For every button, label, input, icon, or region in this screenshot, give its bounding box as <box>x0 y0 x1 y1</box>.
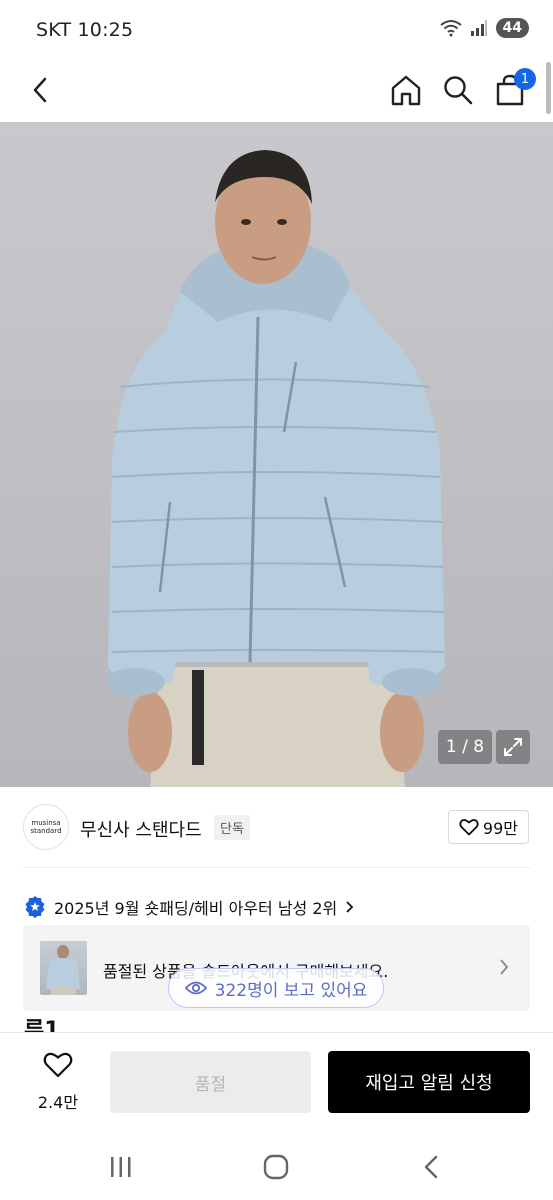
back-icon <box>424 1155 438 1179</box>
product-title-partial: 루1 <box>24 1018 60 1034</box>
search-icon <box>444 76 473 105</box>
cart-button[interactable]: 1 <box>488 68 536 112</box>
brand-logo-line1: musinsa <box>31 819 61 827</box>
product-like-count: 2.4만 <box>37 1093 79 1112</box>
home-button[interactable] <box>384 68 428 112</box>
eye-icon <box>184 981 207 995</box>
expand-image-button[interactable] <box>496 730 530 764</box>
heart-icon <box>43 1052 73 1078</box>
ranking-badge-icon <box>25 896 45 918</box>
cart-count-badge: 1 <box>514 68 536 90</box>
brand-like-button[interactable]: 99만 <box>447 810 529 844</box>
product-image[interactable] <box>0 122 553 787</box>
banner-thumbnail <box>40 941 87 995</box>
heart-icon <box>459 819 479 836</box>
battery-indicator: 44 <box>495 18 529 38</box>
chevron-left-icon <box>33 77 47 103</box>
brand-name[interactable]: 무신사 스탠다드 <box>80 816 202 842</box>
exclusive-badge: 단독 <box>214 815 250 840</box>
banner-thumbnail-image <box>46 945 80 995</box>
back-button[interactable] <box>18 68 62 112</box>
system-nav-bar <box>0 1140 553 1200</box>
recent-apps-icon <box>111 1157 131 1177</box>
ranking-text: 2025년 9월 숏패딩/헤비 아우터 남성 2위 <box>54 899 338 918</box>
system-back-button[interactable] <box>411 1152 451 1182</box>
ranking-link[interactable]: 2025년 9월 숏패딩/헤비 아우터 남성 2위 <box>24 892 355 922</box>
signal-icon <box>470 20 487 36</box>
image-counter: 1 / 8 <box>438 730 492 764</box>
home-circle-icon <box>263 1154 289 1180</box>
viewers-indicator: 322명이 보고 있어요 <box>168 968 384 1008</box>
scrollbar[interactable] <box>546 62 551 114</box>
restock-alert-button[interactable]: 재입고 알림 신청 <box>328 1051 530 1113</box>
chevron-right-icon <box>346 901 354 913</box>
home-icon <box>391 75 421 106</box>
divider <box>23 867 530 868</box>
status-bar: SKT 10:25 44 <box>0 0 553 60</box>
search-button[interactable] <box>436 68 480 112</box>
wifi-icon <box>439 20 462 37</box>
product-like-button[interactable]: 2.4만 <box>28 1051 88 1113</box>
brand-like-count: 99만 <box>482 819 518 838</box>
recent-apps-button[interactable] <box>101 1152 141 1182</box>
home-system-button[interactable] <box>256 1152 296 1182</box>
brand-row[interactable]: musinsa standard 무신사 스탠다드 단독 99만 <box>0 800 553 856</box>
brand-logo-line2: standard <box>30 827 62 835</box>
status-icons: 44 <box>439 18 529 38</box>
viewers-text: 322명이 보고 있어요 <box>214 980 368 1001</box>
chevron-right-icon <box>500 959 509 975</box>
status-time: SKT 10:25 <box>36 19 134 41</box>
brand-logo[interactable]: musinsa standard <box>23 804 69 850</box>
product-photo <box>105 150 445 787</box>
action-bar: 2.4만 품절 재입고 알림 신청 <box>0 1032 553 1132</box>
soldout-button: 품절 <box>110 1051 311 1113</box>
top-nav: 1 <box>0 60 553 122</box>
expand-icon <box>504 738 522 756</box>
